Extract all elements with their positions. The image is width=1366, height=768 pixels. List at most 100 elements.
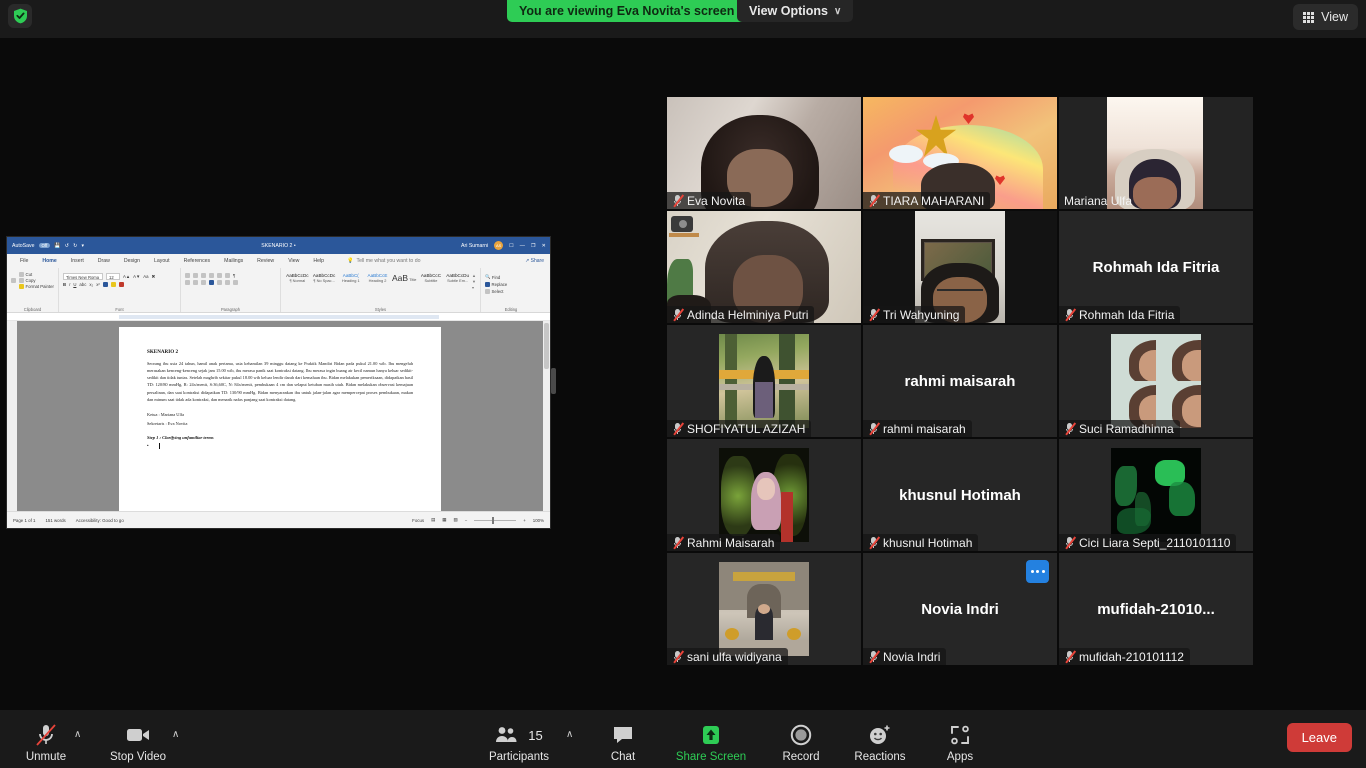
ribbon-display-icon[interactable]: ☐ <box>509 243 514 249</box>
copy-button[interactable]: Copy <box>19 278 54 283</box>
shrink-font-icon[interactable]: A▼ <box>133 274 140 279</box>
word-tab-review[interactable]: Review <box>250 254 281 268</box>
format-painter-button[interactable]: Format Painter <box>19 284 54 289</box>
participant-tile-active-speaker[interactable]: Mariana Ulfa <box>1059 97 1253 209</box>
participant-tile[interactable]: Rohmah Ida Fitria Rohmah Ida Fitria <box>1059 211 1253 323</box>
share-screen-button[interactable]: Share Screen <box>665 723 757 764</box>
reactions-button[interactable]: Reactions <box>834 723 926 764</box>
close-icon[interactable]: ✕ <box>542 243 546 249</box>
find-button[interactable]: 🔍 Find <box>485 274 537 280</box>
participant-tile[interactable]: Cici Liara Septi_2110101110 <box>1059 439 1253 551</box>
share-resize-handle[interactable] <box>551 368 556 394</box>
word-ruler[interactable] <box>7 313 550 321</box>
superscript-icon[interactable]: x² <box>96 282 100 287</box>
participant-tile[interactable]: mufidah-21010... mufidah-210101112 <box>1059 553 1253 665</box>
video-button[interactable]: Stop Video <box>92 723 184 764</box>
styles-scroll-down-icon[interactable]: ▼ <box>472 279 476 284</box>
styles-expand-icon[interactable]: ▾ <box>472 285 476 290</box>
bullets-icon[interactable] <box>185 273 190 278</box>
style-heading-2[interactable]: AaBbCcE Heading 2 <box>365 273 390 283</box>
leave-button[interactable]: Leave <box>1286 723 1352 752</box>
view-options-button[interactable]: View Options ∨ <box>737 0 854 22</box>
word-document-canvas[interactable]: SKENARIO 2 Seorang ibu usia 24 tahun, ha… <box>7 321 550 511</box>
subscript-icon[interactable]: x₂ <box>89 282 93 287</box>
cut-button[interactable]: Cut <box>19 272 54 277</box>
focus-mode-button[interactable]: Focus <box>412 518 424 523</box>
tell-me-search[interactable]: 💡 Tell me what you want to do <box>347 258 420 264</box>
word-tab-file[interactable]: File <box>13 254 35 268</box>
shading-icon[interactable] <box>225 280 230 285</box>
word-tab-insert[interactable]: Insert <box>64 254 91 268</box>
style-subtitle[interactable]: AaBbCcC Subtitle <box>419 273 444 283</box>
numbering-icon[interactable] <box>193 273 198 278</box>
page-number-status[interactable]: Page 1 of 1 <box>13 518 35 523</box>
restore-icon[interactable]: ❐ <box>531 243 536 249</box>
italic-button[interactable]: I <box>69 282 70 287</box>
line-spacing-icon[interactable] <box>217 280 222 285</box>
highlight-color-icon[interactable] <box>110 282 116 287</box>
zoom-out-button[interactable]: − <box>465 518 468 523</box>
apps-button[interactable]: Apps <box>914 723 1006 764</box>
grow-font-icon[interactable]: A▲ <box>123 274 130 279</box>
word-tab-draw[interactable]: Draw <box>91 254 117 268</box>
font-color-icon[interactable] <box>118 282 124 287</box>
multilevel-list-icon[interactable] <box>201 273 206 278</box>
font-name-input[interactable]: Times New Roma <box>63 273 103 280</box>
participant-tile[interactable]: SHOFIYATUL AZIZAH <box>667 325 861 437</box>
align-center-icon[interactable] <box>193 280 198 285</box>
word-page[interactable]: SKENARIO 2 Seorang ibu usia 24 tahun, ha… <box>119 327 441 511</box>
style-normal[interactable]: AaBbCcDc ¶ Normal <box>285 273 310 283</box>
participant-tile[interactable]: Adinda Helminiya Putri <box>667 211 861 323</box>
styles-scroll-up-icon[interactable]: ▲ <box>472 273 476 278</box>
align-left-icon[interactable] <box>185 280 190 285</box>
participant-tile[interactable]: Suci Ramadhinna <box>1059 325 1253 437</box>
justify-icon[interactable] <box>209 280 214 285</box>
increase-indent-icon[interactable] <box>217 273 222 278</box>
word-tab-help[interactable]: Help <box>306 254 331 268</box>
word-tab-mailings[interactable]: Mailings <box>217 254 250 268</box>
zoom-slider[interactable] <box>474 516 517 524</box>
participant-tile[interactable]: Novia Indri Novia Indri <box>863 553 1057 665</box>
shield-check-icon[interactable] <box>8 4 32 28</box>
read-mode-view-icon[interactable]: ▧ <box>453 517 457 523</box>
audio-options-chevron-icon[interactable]: ∧ <box>74 729 81 740</box>
style-subtle-emphasis[interactable]: AaBbCcDu Subtle Em... <box>445 273 470 283</box>
decrease-indent-icon[interactable] <box>209 273 214 278</box>
word-tab-references[interactable]: References <box>177 254 218 268</box>
show-marks-icon[interactable]: ¶ <box>233 273 235 278</box>
word-tab-home[interactable]: Home <box>35 254 64 269</box>
minimize-icon[interactable]: — <box>520 243 525 249</box>
participant-tile[interactable]: rahmi maisarah rahmi maisarah <box>863 325 1057 437</box>
text-effects-icon[interactable] <box>102 282 108 287</box>
chat-button[interactable]: Chat <box>577 723 669 764</box>
word-tab-design[interactable]: Design <box>117 254 147 268</box>
select-button[interactable]: Select <box>485 289 537 294</box>
change-case-icon[interactable]: Aa <box>143 274 148 279</box>
word-tab-view[interactable]: View <box>281 254 306 268</box>
print-layout-view-icon[interactable]: ▤ <box>431 517 435 523</box>
participant-tile[interactable]: Eva Novita <box>667 97 861 209</box>
avatar[interactable]: AS <box>494 241 504 250</box>
paste-button[interactable] <box>11 278 16 283</box>
clear-formatting-icon[interactable]: ✖ <box>152 274 156 280</box>
participant-tile[interactable]: TIARA MAHARANI <box>863 97 1057 209</box>
participants-options-chevron-icon[interactable]: ∧ <box>566 729 573 740</box>
participants-button[interactable]: 15 Participants <box>473 723 565 764</box>
participant-tile[interactable]: Rahmi Maisarah <box>667 439 861 551</box>
word-share-button[interactable]: ↗ Share <box>525 258 544 264</box>
bold-button[interactable]: B <box>63 282 66 287</box>
sort-icon[interactable] <box>225 273 230 278</box>
replace-button[interactable]: Replace <box>485 282 537 287</box>
video-options-chevron-icon[interactable]: ∧ <box>172 729 179 740</box>
shared-screen-content[interactable]: AutoSave Off 💾 ↺ ↻ ▾ SKENARIO 2 • Ari Su… <box>6 236 551 529</box>
word-tab-layout[interactable]: Layout <box>147 254 177 268</box>
style-heading-1[interactable]: AaBbC( Heading 1 <box>338 273 363 283</box>
word-count-status[interactable]: 151 words <box>45 518 65 523</box>
word-vertical-scrollbar[interactable] <box>543 321 550 511</box>
view-layout-button[interactable]: View <box>1293 4 1358 30</box>
font-size-input[interactable]: 12 <box>106 273 120 280</box>
align-right-icon[interactable] <box>201 280 206 285</box>
participant-tile[interactable]: khusnul Hotimah khusnul Hotimah <box>863 439 1057 551</box>
web-layout-view-icon[interactable]: ▦ <box>442 517 446 523</box>
accessibility-status[interactable]: Accessibility: Good to go <box>76 518 124 523</box>
